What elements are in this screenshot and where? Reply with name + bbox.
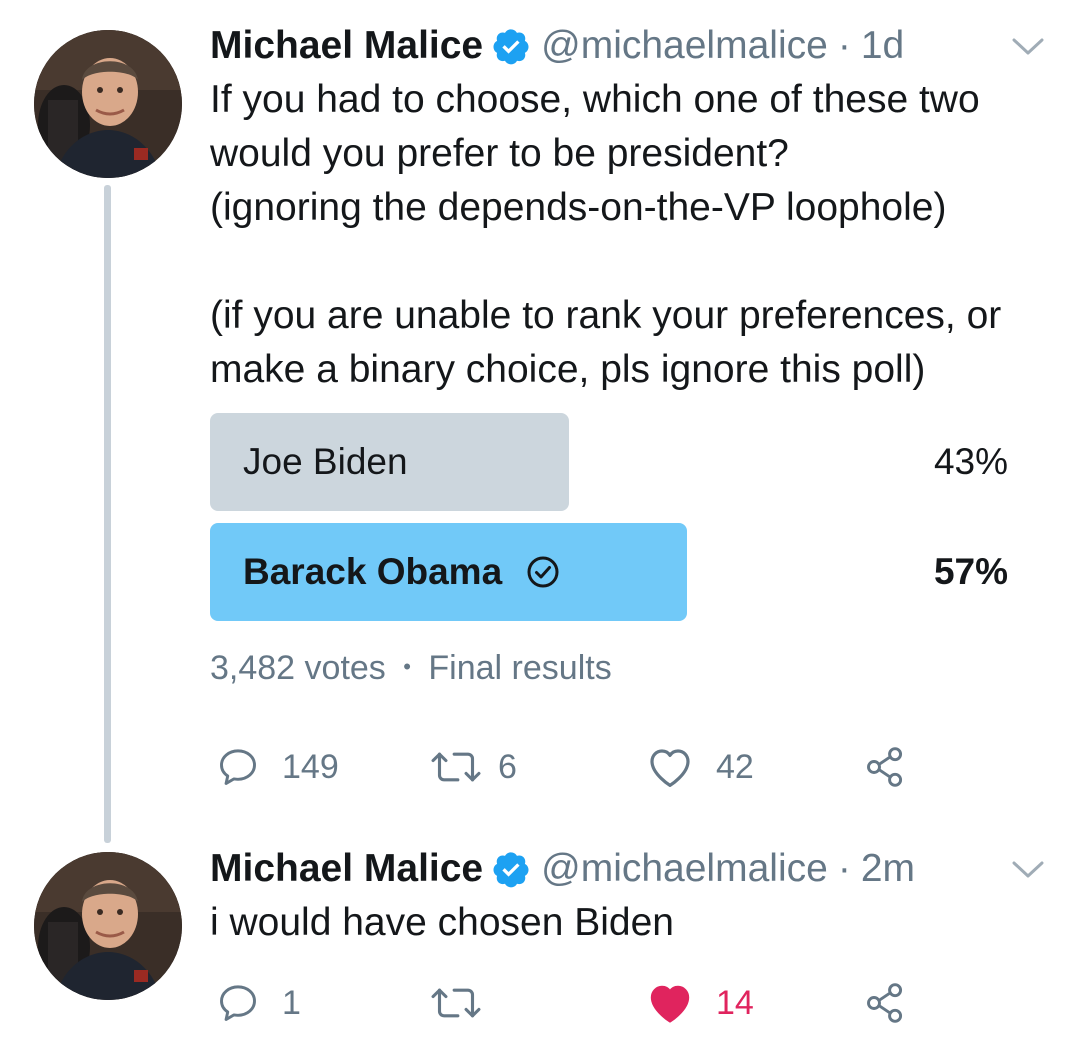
share-button[interactable] [862, 981, 908, 1025]
retweet-icon [431, 752, 481, 782]
like-button[interactable]: 14 [646, 981, 754, 1025]
poll-option-barack-obama: Barack Obama [243, 523, 560, 621]
reply-button[interactable]: 1 [216, 981, 301, 1025]
avatar-photo-icon [34, 852, 182, 1000]
retweet-icon [431, 988, 481, 1018]
poll-option-label: Barack Obama [243, 551, 503, 592]
chevron-down-icon[interactable] [1010, 858, 1046, 882]
thread-connector-line [104, 185, 111, 843]
retweet-button[interactable] [428, 981, 498, 1025]
like-count: 14 [716, 983, 754, 1022]
poll-option-label: Joe Biden [243, 441, 408, 482]
verified-badge-icon [491, 26, 531, 66]
reply-count: 1 [282, 983, 301, 1022]
share-button[interactable] [862, 745, 908, 789]
like-button[interactable]: 42 [646, 745, 754, 789]
chevron-down-icon[interactable] [1010, 35, 1046, 59]
tweet-timestamp[interactable]: 2m [861, 847, 915, 891]
time-separator: · [837, 24, 851, 67]
tweet-timestamp[interactable]: 1d [861, 24, 904, 68]
reply-button[interactable]: 149 [216, 745, 339, 789]
like-count: 42 [716, 747, 754, 786]
tweet-thread: Michael Malice @michaelmalice · 1d If yo… [0, 0, 1080, 1056]
poll-meta-separator: • [403, 654, 411, 679]
avatar-photo-icon [34, 30, 182, 178]
heart-outline-icon [650, 749, 690, 787]
tweet-text: If you had to choose, which one of these… [210, 78, 1002, 391]
poll-option-percent: 43% [933, 441, 1008, 482]
poll-status: Final results [428, 649, 612, 687]
reply-icon [220, 749, 256, 785]
tweet-text: i would have chosen Biden [210, 901, 674, 944]
poll-option-percent: 57% [933, 551, 1008, 592]
author-handle[interactable]: @michaelmalice [541, 847, 828, 891]
author-avatar[interactable] [34, 852, 182, 1000]
retweet-count: 6 [498, 747, 517, 786]
tweet-header: Michael Malice @michaelmalice · 2m [210, 847, 915, 891]
tweet-header: Michael Malice @michaelmalice · 1d [210, 24, 904, 68]
reply-count: 149 [282, 747, 339, 786]
heart-filled-icon [650, 985, 690, 1023]
author-avatar[interactable] [34, 30, 182, 178]
time-separator: · [837, 847, 851, 890]
check-circle-icon [526, 555, 560, 589]
author-display-name[interactable]: Michael Malice [210, 847, 483, 891]
author-handle[interactable]: @michaelmalice [541, 24, 828, 68]
share-icon [867, 747, 903, 787]
author-display-name[interactable]: Michael Malice [210, 24, 483, 68]
reply-icon [220, 985, 256, 1021]
poll-vote-count: 3,482 votes [210, 649, 386, 687]
poll-option-joe-biden: Joe Biden [243, 413, 408, 511]
retweet-button[interactable]: 6 [428, 745, 517, 789]
verified-badge-icon [491, 849, 531, 889]
share-icon [867, 983, 903, 1023]
poll-meta: 3,482 votes • Final results [210, 648, 612, 692]
